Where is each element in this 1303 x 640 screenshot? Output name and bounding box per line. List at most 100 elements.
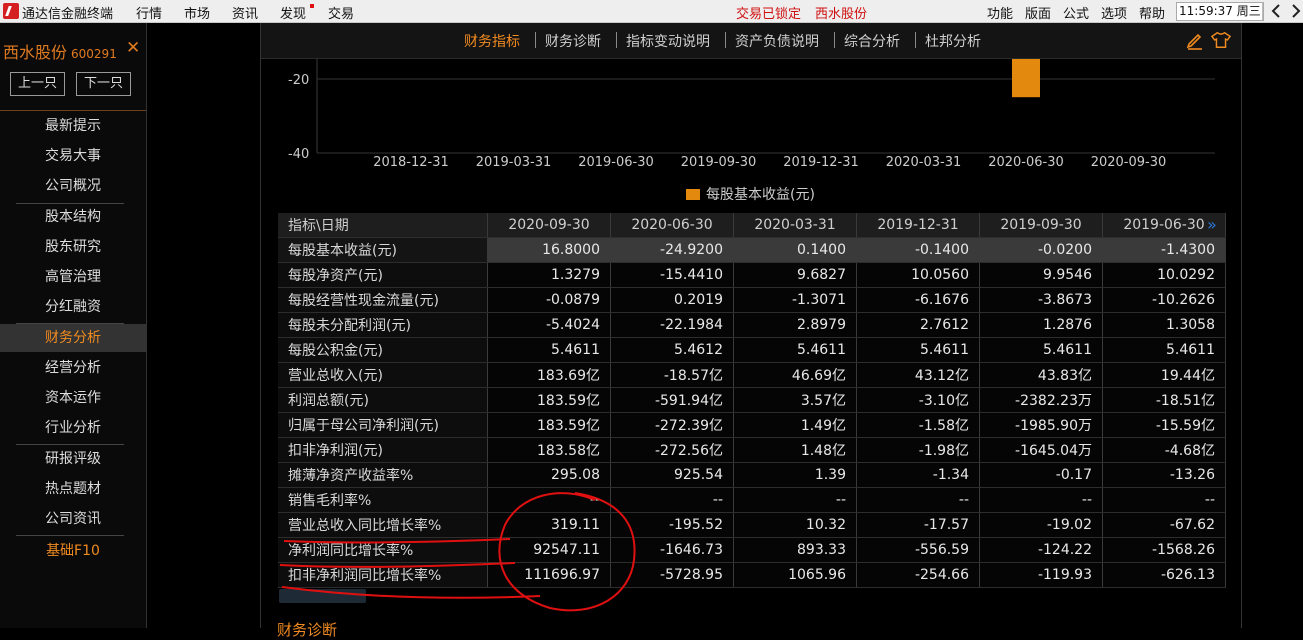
tab-indicator-changes[interactable]: 指标变动说明 <box>626 31 710 51</box>
sidebar-item-major-events[interactable]: 交易大事 <box>0 142 146 170</box>
table-cell: 9.9546 <box>979 262 1103 288</box>
table-cell: -- <box>733 487 857 513</box>
table-row[interactable]: 每股净资产(元) 1.3279 -15.4410 9.6827 10.0560 9.954… <box>278 262 1226 288</box>
sidebar-item-hot-topics[interactable]: 热点题材 <box>0 475 146 503</box>
table-row[interactable]: 销售毛利率% -- -- -- -- -- -- <box>278 487 1226 513</box>
table-cell: -19.02 <box>979 512 1103 538</box>
sidebar-item-latest-tips[interactable]: 最新提示 <box>0 112 146 140</box>
menu-quotes[interactable]: 行情 <box>136 3 162 22</box>
table-cell: -272.56亿 <box>610 437 734 463</box>
tab-financial-diagnosis[interactable]: 财务诊断 <box>545 31 601 51</box>
menu-help[interactable]: 帮助 <box>1139 3 1165 22</box>
table-row[interactable]: 每股未分配利润(元) -5.4024 -22.1984 2.8979 2.7612 1.2… <box>278 312 1226 338</box>
sidebar-item-research[interactable]: 研报评级 <box>0 445 146 473</box>
legend-swatch <box>686 189 700 200</box>
sidebar-item-basic-f10[interactable]: 基础F10 <box>0 537 146 565</box>
column-header[interactable]: 2019-12-31 <box>856 213 980 238</box>
table-cell: 1.49亿 <box>733 412 857 438</box>
menu-discover[interactable]: 发现 <box>280 3 306 22</box>
table-cell: 2.8979 <box>733 312 857 338</box>
prev-stock-button[interactable]: 上一只 <box>10 72 65 96</box>
table-row[interactable]: 每股经营性现金流量(元) -0.0879 0.2019 -1.3071 -6.1676-… <box>278 287 1226 313</box>
horizontal-scrollbar[interactable] <box>279 589 366 603</box>
table-row[interactable]: 每股基本收益(元) 16.8000 -24.9200 0.1400 -0.1400 -0.… <box>278 237 1226 263</box>
table-cell: 92547.11 <box>487 537 611 563</box>
menu-market[interactable]: 市场 <box>184 3 210 22</box>
next-stock-button[interactable]: 下一只 <box>76 72 131 96</box>
stock-title: 西水股份 600291 <box>3 39 117 63</box>
section-title-financial-diagnosis: 财务诊断 <box>277 621 338 639</box>
column-header[interactable]: 2020-06-30 <box>610 213 734 238</box>
forward-arrow-icon[interactable] <box>1290 4 1302 18</box>
back-arrow-icon[interactable] <box>1270 4 1282 18</box>
menu-news[interactable]: 资讯 <box>232 3 258 22</box>
table-cell: -2382.23万 <box>979 387 1103 413</box>
menu-formula[interactable]: 公式 <box>1063 3 1089 22</box>
table-cell: -195.52 <box>610 512 734 538</box>
eps-bar[interactable] <box>1012 59 1040 98</box>
table-row[interactable]: 归属于母公司净利润(元) 183.59亿 -272.39亿 1.49亿 -1.58亿 -1… <box>278 412 1226 438</box>
tab-bar: 财务指标 财务诊断 指标变动说明 资产负债说明 综合分析 杜邦分析 <box>261 23 1241 59</box>
sidebar-item-governance[interactable]: 高管治理 <box>0 263 146 291</box>
more-columns-icon[interactable]: » <box>1207 215 1217 234</box>
table-cell: -5728.95 <box>610 562 734 588</box>
row-label: 每股净资产(元) <box>278 262 488 288</box>
row-label: 每股经营性现金流量(元) <box>278 287 488 313</box>
table-row[interactable]: 营业总收入同比增长率% 319.11 -195.52 10.32 -17.57 -19.0… <box>278 512 1226 538</box>
table-cell: 5.4611 <box>1102 337 1226 363</box>
table-cell: -6.1676 <box>856 287 980 313</box>
tab-comprehensive-analysis[interactable]: 综合分析 <box>844 31 900 51</box>
table-cell: -1.98亿 <box>856 437 980 463</box>
shirt-icon[interactable] <box>1211 30 1231 50</box>
column-header[interactable]: 2020-03-31 <box>733 213 857 238</box>
table-row[interactable]: 摊薄净资产收益率% 295.08 925.54 1.39 -1.34 -0.17 -13.2… <box>278 462 1226 488</box>
legend-label: 每股基本收益(元) <box>706 186 815 203</box>
table-row[interactable]: 利润总额(元) 183.59亿 -591.94亿 3.57亿 -3.10亿 -2382.2… <box>278 387 1226 413</box>
tab-dupont-analysis[interactable]: 杜邦分析 <box>925 31 981 51</box>
table-cell: -124.22 <box>979 537 1103 563</box>
table-cell: -13.26 <box>1102 462 1226 488</box>
row-label: 净利润同比增长率% <box>278 537 488 563</box>
table-row[interactable]: 每股公积金(元) 5.4611 5.4612 5.4611 5.4611 5.4611 5.… <box>278 337 1226 363</box>
table-cell: -- <box>856 487 980 513</box>
row-label: 营业总收入同比增长率% <box>278 512 488 538</box>
table-cell: -0.0879 <box>487 287 611 313</box>
sidebar-item-dividends[interactable]: 分红融资 <box>0 293 146 321</box>
table-row[interactable]: 净利润同比增长率% 92547.11 -1646.73 893.33 -556.59 -1… <box>278 537 1226 563</box>
tab-financial-indicators[interactable]: 财务指标 <box>464 31 520 51</box>
eps-bar-chart: -20 -40 2018-12-31 2019-03-31 2019-06-30 20… <box>288 59 1215 203</box>
table-cell: -- <box>1102 487 1226 513</box>
sidebar-item-operations[interactable]: 经营分析 <box>0 354 146 382</box>
table-cell: -17.57 <box>856 512 980 538</box>
tab-balance-sheet-notes[interactable]: 资产负债说明 <box>735 31 819 51</box>
menu-trade[interactable]: 交易 <box>328 3 354 22</box>
sidebar-item-share-structure[interactable]: 股本结构 <box>0 203 146 231</box>
chart-gridlines <box>316 59 1215 154</box>
row-label: 营业总收入(元) <box>278 362 488 388</box>
table-row[interactable]: 扣非净利润同比增长率% 111696.97 -5728.95 1065.96 -254.… <box>278 562 1226 588</box>
trade-lock-status[interactable]: 交易已锁定 <box>736 3 801 22</box>
table-row[interactable]: 营业总收入(元) 183.69亿 -18.57亿 46.69亿 43.12亿 43.83亿… <box>278 362 1226 388</box>
menu-bar: 通达信金融终端 行情 市场 资讯 发现 交易 交易已锁定 西水股份 功能 版面 … <box>0 0 1303 23</box>
sidebar-item-shareholders[interactable]: 股东研究 <box>0 233 146 261</box>
table-cell: -1985.90万 <box>979 412 1103 438</box>
sidebar-item-company-profile[interactable]: 公司概况 <box>0 172 146 200</box>
table-row[interactable]: 扣非净利润(元) 183.58亿 -272.56亿 1.48亿 -1.98亿 -1645.… <box>278 437 1226 463</box>
menu-layout[interactable]: 版面 <box>1025 3 1051 22</box>
edit-icon[interactable] <box>1185 30 1205 50</box>
sidebar-item-capital-ops[interactable]: 资本运作 <box>0 384 146 412</box>
row-label: 销售毛利率% <box>278 487 488 513</box>
table-cell: 5.4611 <box>856 337 980 363</box>
table-cell: -626.13 <box>1102 562 1226 588</box>
column-header[interactable]: 2019-09-30 <box>979 213 1103 238</box>
close-icon[interactable]: ✕ <box>126 38 140 58</box>
sidebar-item-financial-analysis[interactable]: 财务分析 <box>0 324 146 352</box>
table-cell: 16.8000 <box>487 237 611 263</box>
menu-options[interactable]: 选项 <box>1101 3 1127 22</box>
sidebar-item-industry[interactable]: 行业分析 <box>0 414 146 442</box>
menu-function[interactable]: 功能 <box>987 3 1013 22</box>
table-cell: -18.51亿 <box>1102 387 1226 413</box>
column-header[interactable]: 2020-09-30 <box>487 213 611 238</box>
row-label: 归属于母公司净利润(元) <box>278 412 488 438</box>
sidebar-item-company-news[interactable]: 公司资讯 <box>0 505 146 533</box>
